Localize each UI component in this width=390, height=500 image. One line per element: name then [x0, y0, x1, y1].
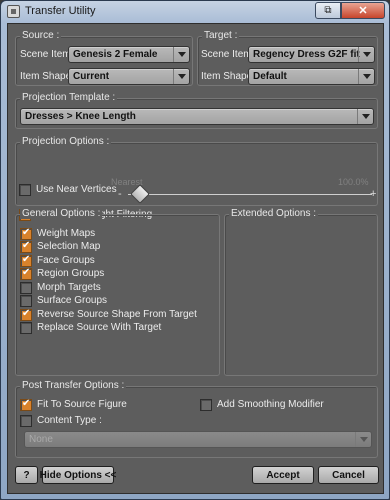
content-type-value: None — [29, 434, 53, 445]
cancel-button[interactable]: Cancel — [318, 466, 379, 484]
help-button[interactable]: ? — [15, 466, 38, 484]
surface-groups-checkbox[interactable]: Surface Groups — [20, 294, 107, 307]
fit-to-source-checkbox[interactable]: Fit To Source Figure — [20, 398, 127, 411]
face-groups-box[interactable] — [20, 254, 32, 267]
selection-map-box[interactable] — [20, 240, 32, 253]
region-groups-label: Region Groups — [37, 268, 105, 279]
face-groups-checkbox[interactable]: Face Groups — [20, 254, 95, 267]
add-smoothing-label: Add Smoothing Modifier — [217, 399, 324, 410]
source-scene-item-value: Genesis 2 Female — [73, 49, 158, 60]
content-type-box[interactable] — [20, 414, 32, 427]
source-group-label: Source : — [20, 30, 62, 41]
extended-options-label: Extended Options : — [229, 208, 319, 219]
weight-maps-label: Weight Maps — [37, 228, 96, 239]
slider-right-readout: 100.0% — [338, 177, 369, 187]
selection-map-label: Selection Map — [37, 241, 101, 252]
use-near-vertices-box[interactable] — [19, 183, 31, 196]
content-type-checkbox[interactable]: Content Type : — [20, 414, 102, 427]
general-options-label: General Options : — [20, 208, 103, 219]
projection-template-group: Projection Template : Dresses > Knee Len… — [15, 92, 378, 129]
source-item-shape-dropdown[interactable]: Current — [68, 68, 190, 85]
transfer-utility-window: Transfer Utility ⧉ ✕ Source : Scene Item… — [0, 0, 390, 500]
target-group: Target : Scene Item : Regency Dress G2F … — [197, 30, 378, 86]
chevron-down-icon — [357, 109, 373, 124]
source-scene-item-dropdown[interactable]: Genesis 2 Female — [68, 46, 190, 63]
minus-icon: - — [118, 188, 122, 200]
source-group: Source : Scene Item : Genesis 2 Female I… — [15, 30, 193, 86]
projection-options-group: Projection Options : — [15, 136, 378, 206]
near-vertices-slider-track[interactable] — [128, 194, 372, 195]
help-icon: ? — [23, 469, 30, 481]
region-groups-box[interactable] — [20, 267, 32, 280]
replace-source-label: Replace Source With Target — [37, 322, 162, 333]
chevron-down-icon — [173, 69, 189, 84]
hide-options-button[interactable]: Hide Options << — [40, 466, 116, 484]
fit-to-source-box[interactable] — [20, 398, 32, 411]
morph-targets-checkbox[interactable]: Morph Targets — [20, 281, 101, 294]
target-scene-item-dropdown[interactable]: Regency Dress G2F fit — [248, 46, 375, 63]
fit-to-source-label: Fit To Source Figure — [37, 399, 127, 410]
content-type-label: Content Type : — [37, 415, 102, 426]
reverse-source-shape-checkbox[interactable]: Reverse Source Shape From Target — [20, 308, 197, 321]
post-transfer-label: Post Transfer Options : — [20, 380, 127, 391]
selection-map-checkbox[interactable]: Selection Map — [20, 240, 100, 253]
restore-icon: ⧉ — [324, 5, 332, 16]
projection-template-dropdown[interactable]: Dresses > Knee Length — [20, 108, 374, 125]
projection-template-value: Dresses > Knee Length — [25, 111, 136, 122]
target-scene-item-value: Regency Dress G2F fit — [253, 49, 360, 60]
accept-button[interactable]: Accept — [252, 466, 314, 484]
region-groups-checkbox[interactable]: Region Groups — [20, 267, 104, 280]
close-icon: ✕ — [358, 5, 368, 17]
content-type-dropdown[interactable]: None — [24, 431, 372, 448]
weight-maps-box[interactable] — [20, 227, 32, 240]
face-groups-label: Face Groups — [37, 255, 95, 266]
plus-icon: + — [370, 188, 377, 200]
replace-source-box[interactable] — [20, 321, 32, 334]
post-transfer-group: Post Transfer Options : Fit To Source Fi… — [15, 380, 378, 458]
window-title: Transfer Utility — [25, 5, 96, 17]
target-group-label: Target : — [202, 30, 240, 41]
chevron-down-icon — [358, 69, 374, 84]
reverse-source-shape-box[interactable] — [20, 308, 32, 321]
morph-targets-label: Morph Targets — [37, 282, 101, 293]
chevron-down-icon — [358, 47, 374, 62]
chevron-down-icon — [173, 47, 189, 62]
morph-targets-box[interactable] — [20, 281, 32, 294]
source-item-shape-value: Current — [73, 71, 110, 82]
weight-maps-checkbox[interactable]: Weight Maps — [20, 227, 95, 240]
dialog-body: Source : Scene Item : Genesis 2 Female I… — [7, 23, 384, 494]
use-near-vertices-checkbox[interactable]: Use Near Vertices — [19, 183, 117, 196]
app-icon — [7, 5, 20, 18]
use-near-vertices-label: Use Near Vertices — [36, 184, 117, 195]
projection-template-label: Projection Template : — [20, 92, 118, 103]
target-item-shape-value: Default — [253, 71, 287, 82]
projection-options-label: Projection Options : — [20, 136, 112, 147]
title-bar[interactable]: Transfer Utility ⧉ ✕ — [1, 1, 389, 23]
chevron-down-icon — [355, 432, 371, 447]
replace-source-checkbox[interactable]: Replace Source With Target — [20, 321, 161, 334]
close-button[interactable]: ✕ — [341, 2, 385, 19]
restore-button[interactable]: ⧉ — [315, 2, 341, 19]
surface-groups-box[interactable] — [20, 294, 32, 307]
surface-groups-label: Surface Groups — [37, 295, 108, 306]
general-options-group: General Options : Weight Maps Selection … — [15, 208, 220, 376]
extended-options-group: Extended Options : — [224, 208, 378, 376]
reverse-source-shape-label: Reverse Source Shape From Target — [37, 309, 197, 320]
target-item-shape-dropdown[interactable]: Default — [248, 68, 375, 85]
add-smoothing-box[interactable] — [200, 398, 212, 411]
add-smoothing-checkbox[interactable]: Add Smoothing Modifier — [200, 398, 324, 411]
